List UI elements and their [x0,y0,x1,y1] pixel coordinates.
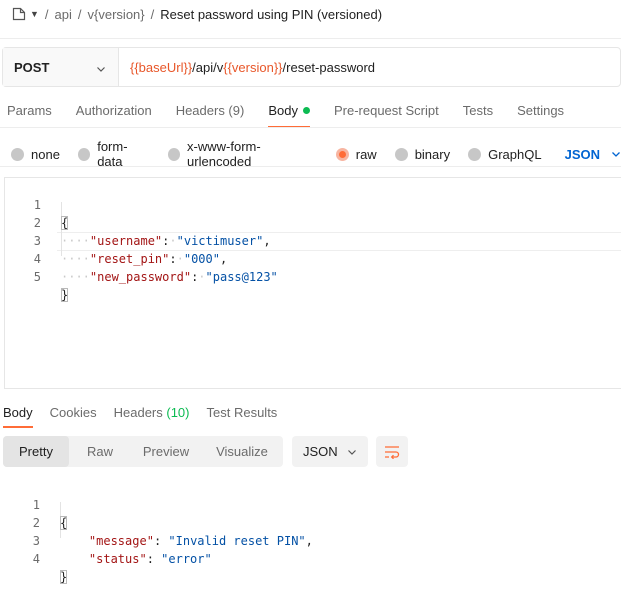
json-value: "000" [183,252,220,266]
code-line: 5 } [5,250,69,302]
language-label: JSON [564,146,600,162]
json-key: "status" [88,552,147,566]
request-name[interactable]: Reset password using PIN (versioned) [160,7,382,22]
body-indicator-dot [302,107,310,114]
url-variable-baseurl: {{baseUrl}} [130,59,193,75]
breadcrumb-separator: / [150,6,155,22]
radio-graphql[interactable]: GraphQL [468,146,542,162]
tab-headers[interactable]: Headers (9) [176,103,245,121]
code-line: 3 ····"reset_pin":·"000", [5,214,227,266]
tab-body[interactable]: Body [268,103,310,128]
tab-test-results[interactable]: Test Results [207,405,278,420]
url-path: /api/v [192,59,224,75]
code-line: 1 { [4,478,68,530]
tab-response-body[interactable]: Body [3,405,33,428]
code-line: 1 { [5,178,69,230]
divider [0,166,621,167]
wrap-lines-icon [385,445,400,459]
method-select[interactable]: POST [3,48,119,86]
tab-cookies[interactable]: Cookies [50,405,97,420]
tab-params[interactable]: Params [7,103,52,121]
tab-response-headers[interactable]: Headers (10) [114,405,190,420]
radio-button[interactable] [11,147,24,161]
code-line: 2 "message": "Invalid reset PIN", [4,496,313,548]
tab-authorization[interactable]: Authorization [76,103,152,121]
radio-label: none [31,146,60,162]
tab-pre-request-script[interactable]: Pre-request Script [334,103,439,121]
json-value: "pass@123" [205,270,278,284]
view-preview-button[interactable]: Preview [131,436,201,467]
tab-settings[interactable]: Settings [517,103,564,121]
breadcrumb: ▼ / api / v{version} / Reset password us… [12,4,382,24]
radio-button[interactable] [468,147,482,161]
json-key: "message" [88,534,154,548]
breadcrumb-folder-api[interactable]: api [55,7,72,22]
json-value: "Invalid reset PIN" [168,534,306,548]
code-line: 2 ····"username":·"victimuser", [5,196,271,248]
request-tabs: Params Authorization Headers (9) Body Pr… [7,103,588,128]
headers-count: (10) [166,405,190,420]
breadcrumb-separator: / [77,6,82,22]
chevron-down-icon [96,62,106,72]
radio-none[interactable]: none [11,147,60,162]
breadcrumb-folder-version[interactable]: v{version} [88,7,145,22]
view-pretty-button[interactable]: Pretty [3,436,69,467]
response-format-select[interactable]: JSON [292,436,368,467]
radio-label: raw [355,146,377,162]
language-select[interactable]: JSON [565,147,621,162]
body-type-selector: none form-data x-www-form-urlencoded raw… [11,139,621,169]
radio-label: x-www-form-urlencoded [187,139,261,169]
method-label: POST [14,59,50,75]
request-body-editor[interactable]: 1 { 2 ····"username":·"victimuser", 3 ··… [4,177,621,389]
radio-button-selected[interactable] [335,147,349,161]
divider [0,38,621,39]
json-brace: } [61,288,69,302]
collection-icon[interactable] [12,7,26,21]
json-brace: { [61,216,69,230]
view-raw-button[interactable]: Raw [69,436,131,467]
radio-form-data[interactable]: form-data [77,139,150,169]
json-key: "username" [89,234,163,248]
radio-button[interactable] [167,147,181,161]
caret-down-icon[interactable]: ▼ [30,9,39,19]
radio-urlencoded[interactable]: x-www-form-urlencoded [167,139,318,169]
divider [0,127,621,128]
radio-label: GraphQL [488,146,542,162]
url-input[interactable]: {{baseUrl}}/api/v {{version}}/reset-passw… [119,48,375,86]
view-visualize-button[interactable]: Visualize [201,436,283,467]
chevron-down-icon [612,152,620,157]
radio-button[interactable] [394,147,408,161]
json-key: "reset_pin" [89,252,170,266]
url-bar: POST {{baseUrl}}/api/v {{version}}/reset-… [2,47,621,87]
radio-label: form-data [97,139,128,169]
json-brace: { [60,516,68,530]
response-tabs: Body Cookies Headers (10) Test Results [3,405,294,428]
json-value: "victimuser" [176,234,264,248]
url-path: /reset-password [282,59,376,75]
json-key: "new_password" [89,270,192,284]
code-line: 3 "status": "error" [4,514,212,566]
code-line: 4 } [4,532,68,584]
wrap-lines-button[interactable] [376,436,408,467]
chevron-down-icon [348,449,356,455]
json-value: "error" [161,552,212,566]
tab-body-label: Body [268,103,298,118]
format-label: JSON [303,444,338,459]
radio-binary[interactable]: binary [394,146,451,162]
url-variable-version: {{version}} [223,59,283,75]
line-number: 5 [33,270,41,284]
response-body-viewer[interactable]: 1 { 2 "message": "Invalid reset PIN", 3 … [4,478,621,584]
json-brace: } [60,570,68,584]
tab-label: Headers [113,405,163,420]
response-view-toggle: Pretty Raw Preview Visualize [3,436,283,467]
line-number: 4 [32,552,40,566]
breadcrumb-separator: / [44,6,49,22]
radio-label: binary [414,146,451,162]
code-line: 4 ····"new_password":·"pass@123" [5,232,278,284]
radio-button[interactable] [77,147,91,161]
tab-tests[interactable]: Tests [463,103,493,121]
radio-raw[interactable]: raw [335,146,377,162]
